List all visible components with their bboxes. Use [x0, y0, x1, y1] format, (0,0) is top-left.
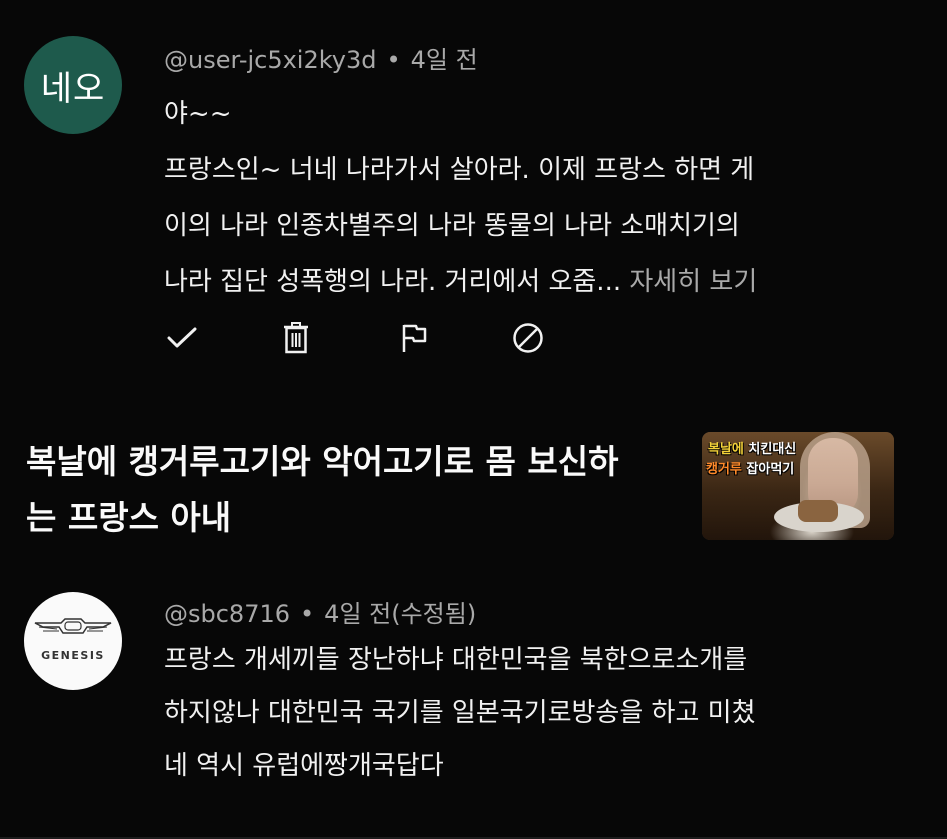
thumbnail-caption-part: 복날에	[708, 442, 749, 457]
comment-line: 프랑스 개세끼들 장난하냐 대한민국을 북한으로소개를	[164, 645, 748, 675]
thumbnail-caption: 캥거루 잡아먹기	[706, 458, 794, 477]
comment-line: 하지않나 대한민국 국기를 일본국기로방송을 하고 미쳤	[164, 698, 756, 728]
video-title-line: 복날에 캥거루고기와 악어고기로 몸 보신하	[26, 442, 619, 481]
avatar[interactable]: GENESIS	[24, 592, 122, 690]
video-title[interactable]: 복날에 캥거루고기와 악어고기로 몸 보신하 는 프랑스 아내	[26, 434, 676, 546]
delete-button[interactable]	[278, 320, 314, 356]
comment-line: 프랑스인~ 너네 나라가서 살아라. 이제 프랑스 하면 게	[164, 155, 755, 185]
comment-line: 이의 나라 인종차별주의 나라 똥물의 나라 소매치기의	[164, 211, 740, 241]
report-button[interactable]	[396, 320, 432, 356]
avatar[interactable]: 네오	[24, 36, 122, 134]
approve-button[interactable]	[164, 320, 200, 356]
comment-meta: @sbc8716 • 4일 전(수정됨)	[164, 594, 476, 629]
comment-item: 네오 @user-jc5xi2ky3d • 4일 전 야~~ 프랑스인~ 너네 나라…	[0, 30, 947, 360]
comment-meta: @user-jc5xi2ky3d • 4일 전	[164, 40, 478, 75]
thumbnail-caption-part: 캥거루	[706, 462, 747, 477]
comment-author[interactable]: @sbc8716	[164, 600, 290, 628]
thumbnail-food	[798, 500, 838, 522]
comment-line: 네 역시 유럽에짱개국답다	[164, 751, 444, 781]
flag-icon	[402, 324, 427, 352]
comment-author[interactable]: @user-jc5xi2ky3d	[164, 46, 377, 74]
check-icon	[167, 327, 197, 348]
comment-text: 프랑스 개세끼들 장난하냐 대한민국을 북한으로소개를 하지않나 대한민국 국기…	[164, 634, 904, 793]
video-thumbnail[interactable]: 복날에 치킨대신 캥거루 잡아먹기	[702, 432, 894, 540]
meta-separator: •	[386, 46, 401, 74]
comment-time: 4일 전	[410, 46, 478, 74]
block-icon	[513, 323, 543, 353]
avatar-initials: 네오	[40, 68, 106, 109]
comment-line: 나라 집단 성폭행의 나라. 거리에서 오줌...	[164, 267, 622, 297]
comment-item: GENESIS @sbc8716 • 4일 전(수정됨) 프랑스 개세끼들 장난하냐…	[0, 588, 947, 798]
comment-line: 야~~	[164, 99, 232, 129]
genesis-wordmark: GENESIS	[41, 648, 105, 662]
genesis-logo-icon	[34, 617, 112, 634]
comment-time: 4일 전(수정됨)	[324, 600, 477, 628]
video-item[interactable]: 복날에 캥거루고기와 악어고기로 몸 보신하 는 프랑스 아내 복날에 치킨대신…	[0, 430, 947, 550]
video-title-line: 는 프랑스 아내	[26, 498, 232, 537]
comment-text: 야~~ 프랑스인~ 너네 나라가서 살아라. 이제 프랑스 하면 게 이의 나라…	[164, 86, 904, 310]
meta-separator: •	[300, 600, 315, 628]
thumbnail-caption: 복날에 치킨대신	[708, 438, 796, 457]
thumbnail-caption-part: 치킨대신	[748, 442, 797, 457]
thumbnail-caption-part: 잡아먹기	[746, 462, 795, 477]
block-user-button[interactable]	[510, 320, 546, 356]
read-more-link[interactable]: 자세히 보기	[629, 267, 757, 297]
comments-screen: 네오 @user-jc5xi2ky3d • 4일 전 야~~ 프랑스인~ 너네 나라…	[0, 0, 947, 839]
trash-icon	[284, 322, 308, 354]
